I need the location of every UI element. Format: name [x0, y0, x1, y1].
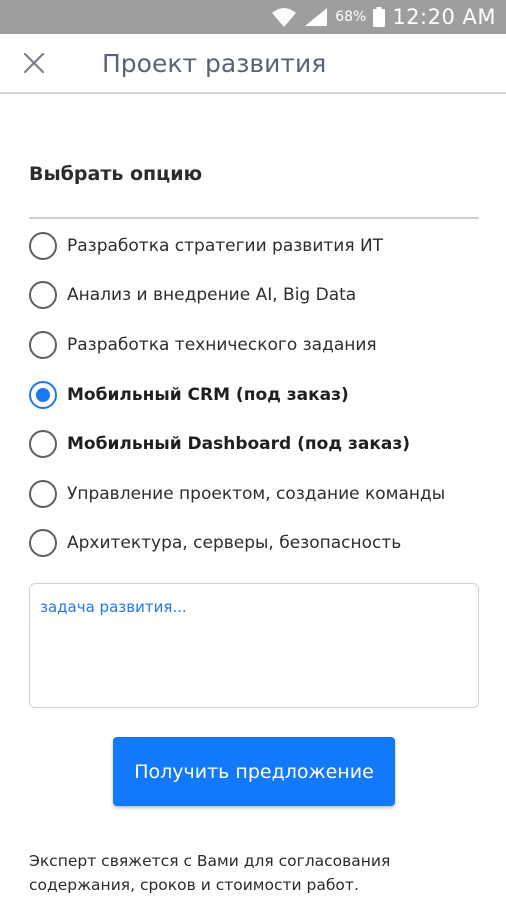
signal-icon	[305, 8, 328, 26]
option-label: Управление проектом, создание команды	[67, 483, 446, 504]
option-label: Разработка технического задания	[67, 334, 377, 355]
status-clock: 12:20 AM	[392, 5, 496, 29]
option-item[interactable]: Архитектура, серверы, безопасность	[29, 519, 489, 569]
section-divider	[29, 217, 479, 219]
option-item[interactable]: Разработка стратегии развития ИТ	[29, 221, 489, 271]
radio-button[interactable]	[29, 231, 57, 260]
option-item[interactable]: Анализ и внедрение AI, Big Data	[29, 271, 489, 321]
option-item[interactable]: Мобильный CRM (под заказ)	[29, 370, 489, 420]
radio-button[interactable]	[29, 380, 57, 409]
option-label: Архитектура, серверы, безопасность	[67, 533, 402, 554]
radio-button[interactable]	[29, 479, 57, 508]
status-bar: 68% 12:20 AM	[0, 0, 506, 34]
option-item[interactable]: Управление проектом, создание команды	[29, 469, 489, 519]
task-input[interactable]	[29, 583, 479, 708]
battery-icon	[373, 7, 386, 27]
radio-button[interactable]	[29, 529, 57, 558]
section-title: Выбрать опцию	[29, 163, 203, 185]
option-label: Мобильный CRM (под заказ)	[67, 384, 349, 405]
get-offer-button[interactable]: Получить предложение	[113, 737, 395, 806]
option-radio-group: Разработка стратегии развития ИТ Анализ …	[29, 221, 489, 568]
app-bar: Проект развития	[0, 34, 506, 94]
option-label: Мобильный Dashboard (под заказ)	[67, 434, 410, 455]
option-item[interactable]: Разработка технического задания	[29, 320, 489, 370]
option-item[interactable]: Мобильный Dashboard (под заказ)	[29, 419, 489, 469]
wifi-icon	[272, 8, 297, 27]
close-button[interactable]	[14, 43, 54, 83]
footer-note: Эксперт свяжется с Вами для согласования…	[29, 852, 391, 894]
option-label: Разработка стратегии развития ИТ	[67, 235, 384, 256]
close-icon	[23, 52, 45, 74]
option-label: Анализ и внедрение AI, Big Data	[67, 285, 357, 306]
page-title: Проект развития	[102, 48, 327, 78]
radio-selected-dot	[36, 387, 50, 402]
radio-button[interactable]	[29, 430, 57, 459]
radio-button[interactable]	[29, 330, 57, 359]
battery-percent: 68%	[335, 9, 367, 25]
radio-button[interactable]	[29, 281, 57, 310]
